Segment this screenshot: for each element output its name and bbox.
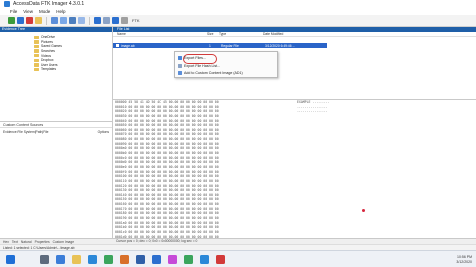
folder-icon	[34, 35, 39, 39]
folder-icon	[34, 63, 39, 67]
menu-file[interactable]: File	[10, 9, 17, 14]
file-date: 3/12/2020 6:49:46 ...	[265, 43, 296, 48]
file-name: image.ab	[121, 43, 135, 48]
create-image-icon[interactable]	[51, 17, 58, 24]
store-icon[interactable]	[104, 255, 113, 264]
tray-date: 3/12/2020	[456, 259, 472, 264]
hex-rows: 000000 45 58 41 4D 50 4C 45 00-00 00 00 …	[113, 100, 476, 238]
file-type: Regular File	[221, 43, 239, 48]
menu-item-export-hash-list[interactable]: Export File Hash List...	[178, 64, 220, 68]
app-icon-2[interactable]	[136, 255, 145, 264]
folder-icon	[34, 44, 39, 49]
add-content-icon	[178, 71, 182, 75]
help-icon[interactable]	[121, 17, 128, 24]
evidence-tree-pane: Evidence Tree OneDrive Pictures Saved Ga…	[0, 27, 113, 121]
menu-mode[interactable]: Mode	[39, 9, 50, 14]
menu-help[interactable]: Help	[56, 9, 65, 14]
app-icon-1[interactable]	[120, 255, 129, 264]
context-menu: Export Files... Export File Hash List...…	[174, 51, 278, 78]
search-icon[interactable]	[40, 255, 49, 264]
auto-view-icon[interactable]	[112, 17, 119, 24]
mount-icon[interactable]	[78, 17, 85, 24]
hash-list-icon	[178, 64, 182, 68]
cursor-dot	[362, 209, 365, 212]
ftk-imager-icon[interactable]	[152, 255, 161, 264]
menu-item-export-files[interactable]: Export Files...	[178, 56, 206, 60]
start-icon[interactable]	[6, 255, 15, 264]
column-type[interactable]: Type	[219, 32, 263, 36]
system-tray[interactable]: 10:56 PM 3/12/2020	[456, 255, 472, 264]
export-icon[interactable]	[60, 17, 67, 24]
app-icon-3[interactable]	[168, 255, 177, 264]
folder-icon	[34, 40, 39, 44]
menu-item-add-custom-content[interactable]: Add to Custom Content Image (AD1)	[178, 71, 243, 75]
custom-content-path-column: Evidence:File System|Path|File	[3, 130, 49, 134]
folder-icon	[34, 49, 39, 53]
file-list-columns: Name Size Type Date Modified	[113, 32, 476, 37]
app-icon-6[interactable]	[216, 255, 225, 264]
cursor-offset: Cursor pos = 0; dec = 0; 0x0 = 0x0000000…	[116, 238, 198, 243]
hex-ascii-column: EXAMPLE ......... ................ .....…	[295, 100, 330, 114]
menu-view[interactable]: View	[23, 9, 33, 14]
file-list-pane: File List Name Size Type Date Modified i…	[113, 27, 476, 99]
folder-icon	[34, 67, 39, 72]
evidence-tree: OneDrive Pictures Saved Games Searches V…	[0, 32, 112, 72]
column-date-modified[interactable]: Date Modified	[263, 32, 323, 36]
title-bar: AccessData FTK Imager 4.3.0.1	[0, 0, 476, 8]
toolbar-divider	[46, 16, 47, 25]
tab-hex[interactable]: Hex	[3, 240, 9, 244]
remove-evidence-icon[interactable]	[26, 17, 33, 24]
tree-item-templates[interactable]: Templates	[34, 67, 112, 72]
app-icon	[4, 1, 10, 7]
add-all-icon[interactable]	[17, 17, 24, 24]
task-view-icon[interactable]	[56, 255, 65, 264]
hex-view-icon[interactable]	[94, 17, 101, 24]
image-icon[interactable]	[35, 17, 42, 24]
custom-content-columns: Evidence:File System|Path|File Options	[0, 128, 112, 136]
add-evidence-icon[interactable]	[8, 17, 15, 24]
column-name[interactable]: Name	[113, 32, 207, 36]
tab-natural[interactable]: Natural	[21, 240, 32, 244]
hex-viewer[interactable]: 000000 45 58 41 4D 50 4C 45 00-00 00 00 …	[113, 99, 476, 238]
tray-time: 10:56 PM	[457, 255, 472, 259]
hex-ascii-row: ................	[297, 109, 328, 114]
tab-properties[interactable]: Properties	[35, 240, 50, 244]
toolbar-divider	[89, 16, 90, 25]
menu-bar: File View Mode Help	[0, 8, 476, 15]
text-view-icon[interactable]	[103, 17, 110, 24]
file-icon	[116, 43, 119, 48]
verify-icon[interactable]	[69, 17, 76, 24]
folder-icon	[34, 53, 39, 58]
folder-icon	[34, 58, 39, 62]
hex-ascii-row: EXAMPLE .........	[297, 100, 330, 104]
taskbar: 10:56 PM 3/12/2020	[0, 250, 476, 267]
mode-label: FTK	[132, 18, 140, 23]
file-size: 1	[209, 43, 211, 48]
tab-text[interactable]: Text	[12, 240, 18, 244]
app-icon-4[interactable]	[184, 255, 193, 264]
app-icon-5[interactable]	[200, 255, 209, 264]
column-size[interactable]: Size	[207, 32, 219, 36]
window-title: AccessData FTK Imager 4.3.0.1	[13, 1, 85, 7]
file-explorer-icon[interactable]	[72, 255, 81, 264]
file-row-selected[interactable]: image.ab 1 Regular File 3/12/2020 6:49:4…	[113, 43, 327, 48]
export-files-icon	[178, 56, 182, 60]
custom-content-options-column: Options	[97, 130, 109, 134]
edge-icon[interactable]	[88, 255, 97, 264]
toolbar: FTK	[0, 15, 476, 27]
tab-custom-image[interactable]: Custom Image	[53, 240, 74, 244]
custom-content-pane: Custom Content Sources Evidence:File Sys…	[0, 121, 113, 238]
